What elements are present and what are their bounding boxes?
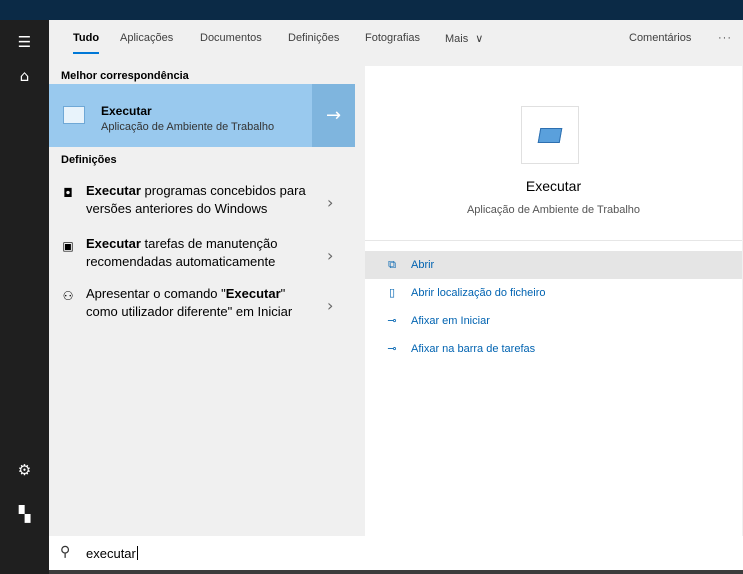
search-icon: ⚲ <box>60 544 71 560</box>
result-bold: Executar <box>86 183 141 198</box>
left-rail: ☰ ⌂ ⚙ ▚ <box>0 20 49 574</box>
preview-title: Executar <box>525 178 582 194</box>
list-item[interactable]: ◘ Executar programas concebidos para ver… <box>49 180 355 224</box>
list-item[interactable]: ▣ Executar tarefas de manutenção recomen… <box>49 233 355 277</box>
maintenance-icon: ▣ <box>62 239 74 253</box>
open-details-arrow-icon[interactable]: → <box>312 84 355 147</box>
pin-icon: ⊸ <box>387 314 397 327</box>
filter-tabs: Tudo Aplicações Documentos Definições Fo… <box>49 20 743 60</box>
tab-tudo[interactable]: Tudo <box>73 32 100 54</box>
chevron-right-icon: › <box>327 193 334 212</box>
compatibility-icon: ◘ <box>63 186 73 200</box>
settings-gear-icon[interactable]: ⚙ <box>0 456 49 484</box>
command-icon: ⚇ <box>62 289 74 303</box>
user-icon[interactable]: ▚ <box>0 500 49 528</box>
action-label: Afixar na barra de tarefas <box>411 343 536 355</box>
best-match-heading: Melhor correspondência <box>61 70 189 82</box>
file-location-icon: ▯ <box>388 286 396 299</box>
search-value: executar <box>86 546 136 561</box>
result-prefix: Apresentar o comando " <box>86 286 226 301</box>
tab-definicoes[interactable]: Definições <box>288 32 339 44</box>
best-match-subtitle: Aplicação de Ambiente de Trabalho <box>101 121 275 133</box>
run-app-large-icon <box>521 106 579 164</box>
hamburger-menu-icon[interactable]: ☰ <box>0 28 49 56</box>
action-label: Abrir localização do ficheiro <box>411 287 546 299</box>
feedback-link[interactable]: Comentários <box>629 32 691 44</box>
preview-pane: Executar Aplicação de Ambiente de Trabal… <box>365 66 742 536</box>
list-item[interactable]: ⚇ Apresentar o comando "Executar" como u… <box>49 283 355 327</box>
tab-mais[interactable]: Mais ∨ <box>445 32 483 45</box>
chevron-down-icon: ∨ <box>475 33 484 45</box>
action-pin-start[interactable]: ⊸ Afixar em Iniciar <box>365 307 742 335</box>
home-icon[interactable]: ⌂ <box>0 62 49 90</box>
result-bold: Executar <box>86 236 141 251</box>
top-band <box>0 0 743 20</box>
action-label: Abrir <box>411 259 435 271</box>
bottom-edge <box>49 570 743 574</box>
result-bold: Executar <box>225 286 281 301</box>
more-options-icon[interactable]: ··· <box>718 32 732 44</box>
tab-aplicacoes[interactable]: Aplicações <box>120 32 173 44</box>
tab-documentos[interactable]: Documentos <box>200 32 262 44</box>
text-caret <box>136 546 138 560</box>
chevron-right-icon: › <box>327 296 334 315</box>
tab-fotografias[interactable]: Fotografias <box>365 32 420 44</box>
action-pin-taskbar[interactable]: ⊸ Afixar na barra de tarefas <box>365 335 742 363</box>
tab-mais-label: Mais <box>445 33 469 45</box>
chevron-right-icon: › <box>327 246 334 265</box>
action-open[interactable]: ⧉ Abrir <box>365 251 742 279</box>
best-match-item[interactable]: Executar Aplicação de Ambiente de Trabal… <box>49 84 355 147</box>
settings-heading: Definições <box>61 154 117 166</box>
best-match-title: Executar <box>101 104 152 118</box>
preview-divider <box>365 240 742 241</box>
search-input[interactable]: executar <box>86 546 138 561</box>
action-open-file-location[interactable]: ▯ Abrir localização do ficheiro <box>365 279 742 307</box>
open-icon: ⧉ <box>388 258 396 271</box>
search-box[interactable]: ⚲ executar <box>49 536 743 570</box>
search-panel: Tudo Aplicações Documentos Definições Fo… <box>49 20 743 570</box>
pin-icon: ⊸ <box>387 342 397 355</box>
run-app-icon <box>63 106 85 124</box>
action-label: Afixar em Iniciar <box>411 315 490 327</box>
preview-subtitle: Aplicação de Ambiente de Trabalho <box>466 204 641 216</box>
